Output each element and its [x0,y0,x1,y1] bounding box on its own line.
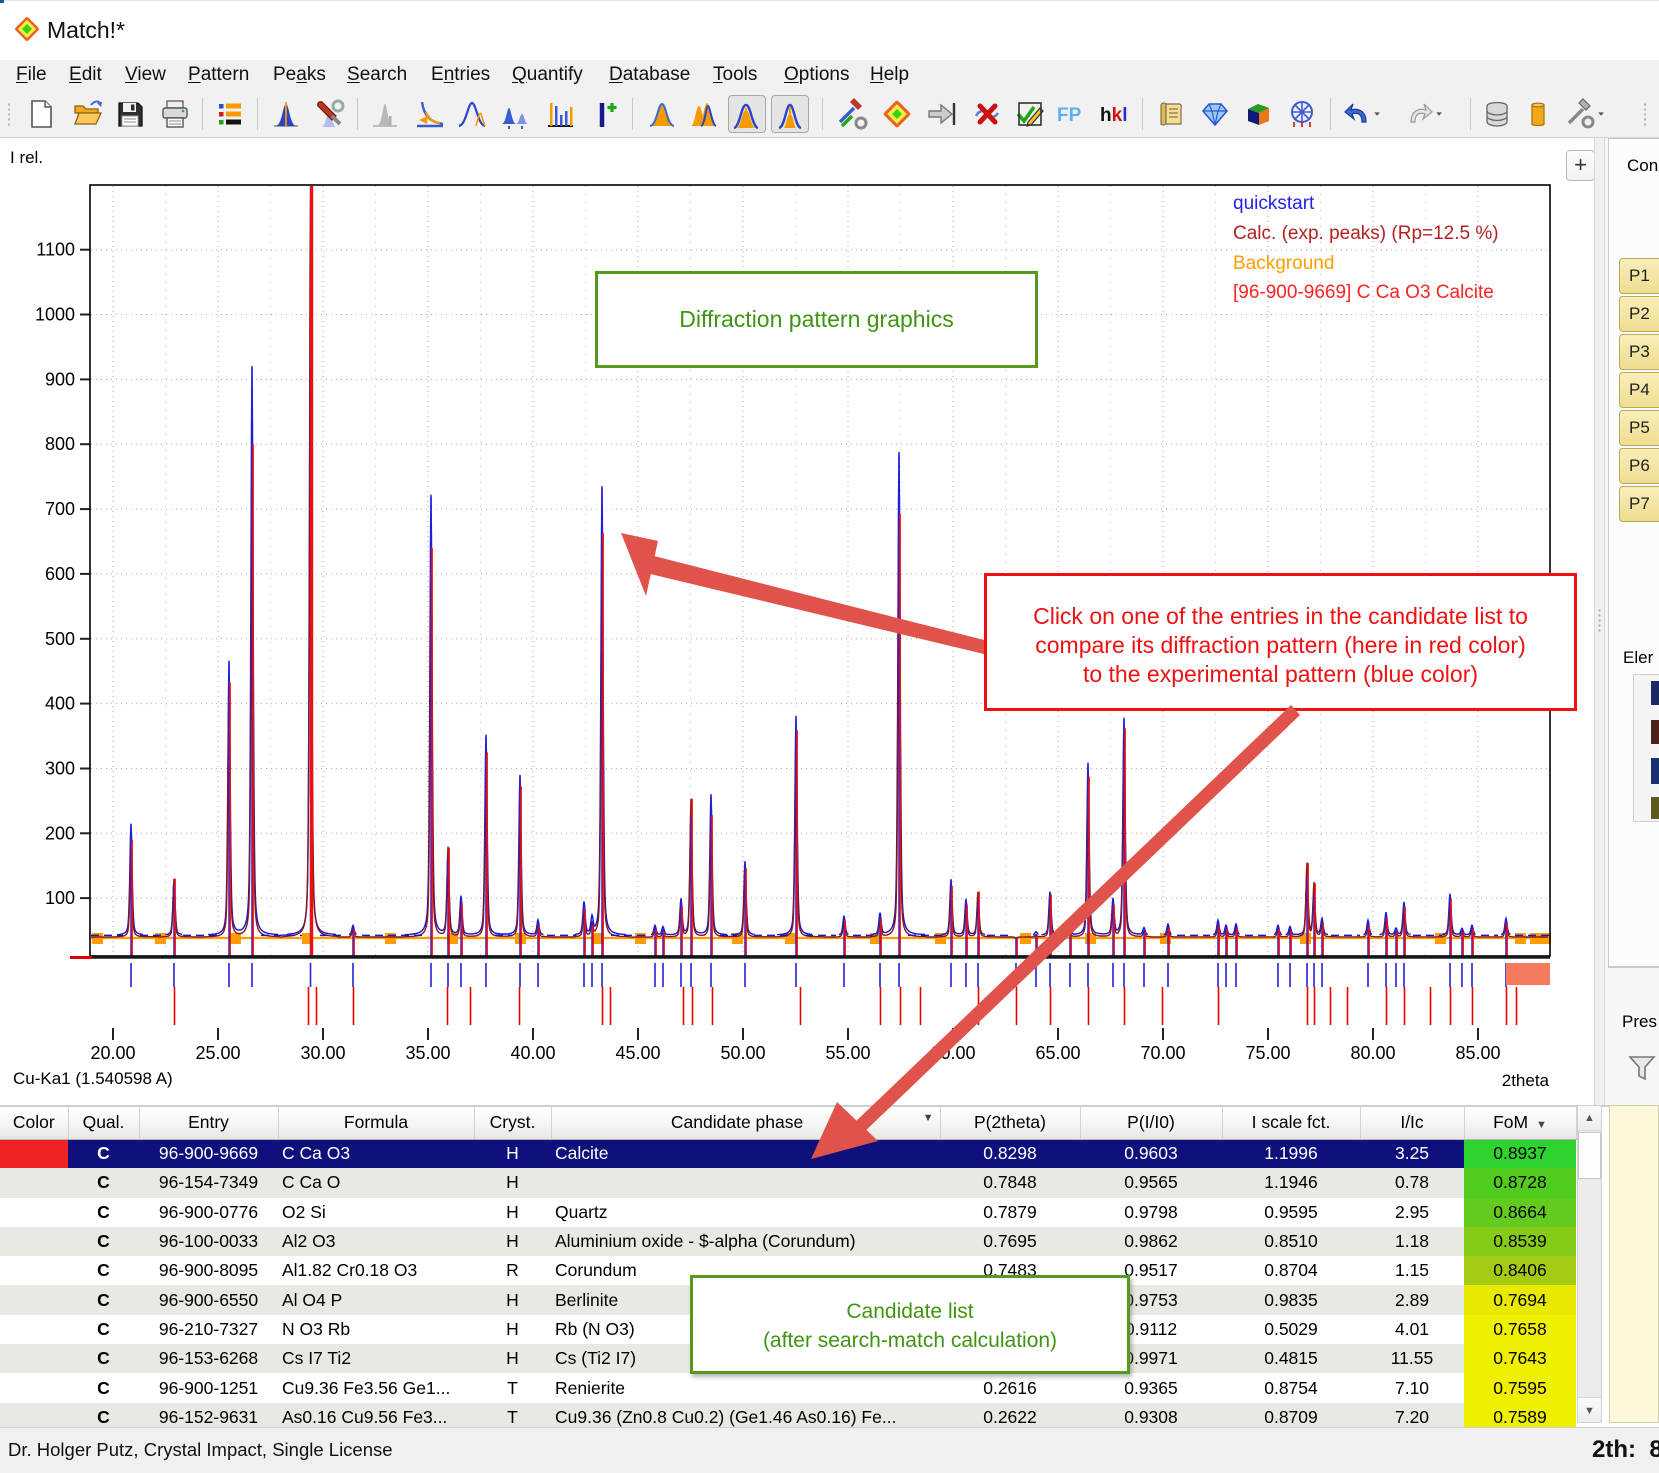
svg-text:45.00: 45.00 [615,1043,660,1063]
svg-text:Calc. (exp. peaks) (Rp=12.5 %): Calc. (exp. peaks) (Rp=12.5 %) [1233,223,1499,244]
svg-text:55.00: 55.00 [825,1043,870,1063]
svg-text:Background: Background [1233,253,1334,274]
svg-text:100: 100 [45,888,75,908]
svg-text:40.00: 40.00 [510,1043,555,1063]
svg-text:70.00: 70.00 [1140,1043,1185,1063]
svg-text:800: 800 [45,434,75,454]
svg-text:30.00: 30.00 [300,1043,345,1063]
svg-text:900: 900 [45,369,75,389]
svg-text:35.00: 35.00 [405,1043,450,1063]
svg-text:Cu-Ka1 (1.540598 A): Cu-Ka1 (1.540598 A) [13,1069,173,1088]
svg-text:85.00: 85.00 [1455,1043,1500,1063]
svg-text:400: 400 [45,694,75,714]
svg-text:25.00: 25.00 [195,1043,240,1063]
svg-text:80.00: 80.00 [1350,1043,1395,1063]
svg-text:20.00: 20.00 [90,1043,135,1063]
svg-text:500: 500 [45,629,75,649]
svg-text:hkl: hkl [1100,105,1127,126]
svg-text:[96-900-9669] C Ca O3 Calcite: [96-900-9669] C Ca O3 Calcite [1233,282,1494,303]
svg-text:300: 300 [45,759,75,779]
svg-text:50.00: 50.00 [720,1043,765,1063]
svg-text:65.00: 65.00 [1035,1043,1080,1063]
svg-text:600: 600 [45,564,75,584]
svg-text:1100: 1100 [36,240,75,260]
svg-text:60.00: 60.00 [930,1043,975,1063]
svg-text:1000: 1000 [35,305,75,325]
svg-text:700: 700 [45,499,75,519]
svg-text:75.00: 75.00 [1245,1043,1290,1063]
svg-text:quickstart: quickstart [1233,193,1315,214]
svg-text:FP: FP [1057,105,1082,126]
svg-text:200: 200 [45,823,75,843]
svg-text:2theta: 2theta [1502,1071,1550,1090]
svg-text:I rel.: I rel. [10,148,43,167]
